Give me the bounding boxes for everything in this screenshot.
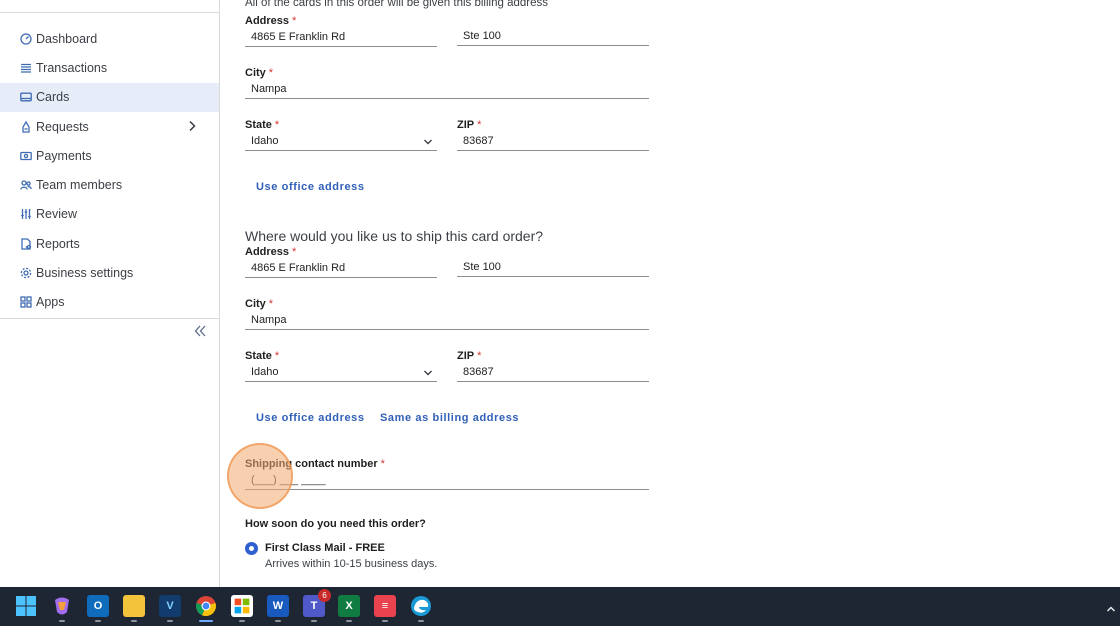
taskbar-indicator <box>59 620 65 622</box>
file-explorer-icon[interactable] <box>123 595 145 617</box>
shipping-state-select[interactable]: Idaho <box>245 364 437 382</box>
delivery-question: How soon do you need this order? <box>245 518 426 530</box>
sidebar-item-label: Reports <box>36 236 80 251</box>
billing-intro-text: All of the cards in this order will be g… <box>245 0 548 9</box>
taskbar-indicator <box>382 620 388 622</box>
double-chevron-left-icon <box>194 325 206 337</box>
sidebar-item-cards[interactable]: Cards <box>0 82 219 112</box>
billing-zip-label: ZIP * <box>457 119 482 131</box>
taskbar-indicator <box>131 620 137 622</box>
chrome-icon[interactable] <box>195 595 217 617</box>
billing-address-line2-input[interactable]: Ste 100 <box>457 28 649 46</box>
first-class-mail-detail: Arrives within 10-15 business days. <box>265 558 438 570</box>
v-app-icon[interactable]: V <box>159 595 181 617</box>
shipping-zip-input[interactable]: 83687 <box>457 364 649 382</box>
sidebar-item-label: Business settings <box>36 266 134 281</box>
collapse-sidebar-button[interactable] <box>193 324 209 338</box>
copilot-icon[interactable] <box>51 595 73 617</box>
chevron-down-icon <box>423 136 433 146</box>
shipping-state-label: State * <box>245 350 280 362</box>
taskbar-indicator <box>167 620 173 622</box>
taskbar-active-indicator <box>199 620 213 622</box>
sliders-icon <box>20 208 32 220</box>
apps-icon <box>20 296 32 308</box>
teams-icon[interactable]: T6 <box>303 589 331 617</box>
shipping-address-label: Address * <box>245 246 297 258</box>
billing-zip-input[interactable]: 83687 <box>457 133 649 151</box>
edge-icon[interactable] <box>410 595 432 617</box>
billing-use-office-address-link[interactable]: Use office address <box>256 181 365 193</box>
team-icon <box>20 179 32 191</box>
sidebar-top-divider <box>0 12 220 13</box>
sidebar-item-dashboard[interactable]: Dashboard <box>0 24 219 53</box>
shipping-zip-label: ZIP * <box>457 350 482 362</box>
billing-state-value: Idaho <box>251 135 279 147</box>
card-icon <box>20 91 32 103</box>
red-app-icon[interactable]: ≡ <box>374 595 396 617</box>
sidebar-item-requests[interactable]: Requests <box>0 112 219 141</box>
shipping-use-office-address-link[interactable]: Use office address <box>256 412 365 424</box>
taskbar-indicator <box>275 620 281 622</box>
shipping-address-line1-input[interactable]: 4865 E Franklin Rd <box>245 260 437 278</box>
sidebar-item-label: Payments <box>36 148 92 163</box>
shipping-contact-label: Shipping contact number * <box>245 458 385 470</box>
teams-notification-badge: 6 <box>318 589 331 602</box>
sidebar-item-label: Dashboard <box>36 31 98 46</box>
sidebar-item-business-settings[interactable]: Business settings <box>0 258 219 287</box>
chevron-down-icon <box>423 367 433 377</box>
billing-address-label: Address * <box>245 15 297 27</box>
chevron-up-icon[interactable] <box>1106 601 1116 612</box>
billing-state-label: State * <box>245 119 280 131</box>
dashboard-icon <box>20 32 32 45</box>
taskbar: O V W T6 X ≡ <box>0 587 1120 626</box>
list-icon <box>20 62 32 74</box>
first-class-mail-radio[interactable] <box>245 542 258 555</box>
sidebar-item-label: Requests <box>36 119 89 134</box>
word-icon[interactable]: W <box>267 595 289 617</box>
sidebar-item-label: Team members <box>36 178 123 193</box>
sidebar-item-transactions[interactable]: Transactions <box>0 53 219 82</box>
sidebar-item-reports[interactable]: Reports <box>0 229 219 258</box>
taskbar-indicator <box>239 620 245 622</box>
sidebar-item-review[interactable]: Review <box>0 200 219 229</box>
taskbar-indicator <box>346 620 352 622</box>
shipping-state-value: Idaho <box>251 366 279 378</box>
taskbar-indicator <box>418 620 424 622</box>
chevron-right-icon[interactable] <box>187 120 197 132</box>
sidebar-item-label: Apps <box>36 295 65 310</box>
shipping-contact-number-input[interactable]: (___) ___ ____ <box>245 472 649 490</box>
billing-city-input[interactable]: Nampa <box>245 81 649 99</box>
windows-start-icon[interactable] <box>15 595 37 617</box>
sidebar-bottom-divider <box>0 318 220 319</box>
sidebar-nav: Dashboard Transactions Cards Requests Pa… <box>0 24 219 317</box>
sidebar-item-apps[interactable]: Apps <box>0 288 219 317</box>
card-order-form: All of the cards in this order will be g… <box>221 0 1120 587</box>
billing-state-select[interactable]: Idaho <box>245 133 437 151</box>
taskbar-indicator <box>95 620 101 622</box>
shipping-address-line2-input[interactable]: Ste 100 <box>457 259 649 277</box>
shipping-city-input[interactable]: Nampa <box>245 312 649 330</box>
shipping-heading: Where would you like us to ship this car… <box>245 228 544 244</box>
billing-address-line1-input[interactable]: 4865 E Franklin Rd <box>245 29 437 47</box>
sidebar-item-label: Review <box>36 207 77 222</box>
sidebar-item-team-members[interactable]: Team members <box>0 170 219 199</box>
first-class-mail-label[interactable]: First Class Mail - FREE <box>265 542 385 554</box>
billing-city-label: City * <box>245 67 274 79</box>
payments-icon <box>20 150 32 162</box>
sidebar: Dashboard Transactions Cards Requests Pa… <box>0 0 220 587</box>
report-icon <box>20 238 32 250</box>
gear-icon <box>20 267 32 279</box>
taskbar-indicator <box>311 620 317 622</box>
sidebar-item-label: Transactions <box>36 60 108 75</box>
same-as-billing-address-link[interactable]: Same as billing address <box>380 412 519 424</box>
shipping-city-label: City * <box>245 298 274 310</box>
microsoft-store-icon[interactable] <box>231 595 253 617</box>
requests-icon <box>20 120 32 133</box>
excel-icon[interactable]: X <box>338 595 360 617</box>
sidebar-item-payments[interactable]: Payments <box>0 141 219 170</box>
outlook-icon[interactable]: O <box>87 595 109 617</box>
sidebar-item-label: Cards <box>36 90 70 105</box>
